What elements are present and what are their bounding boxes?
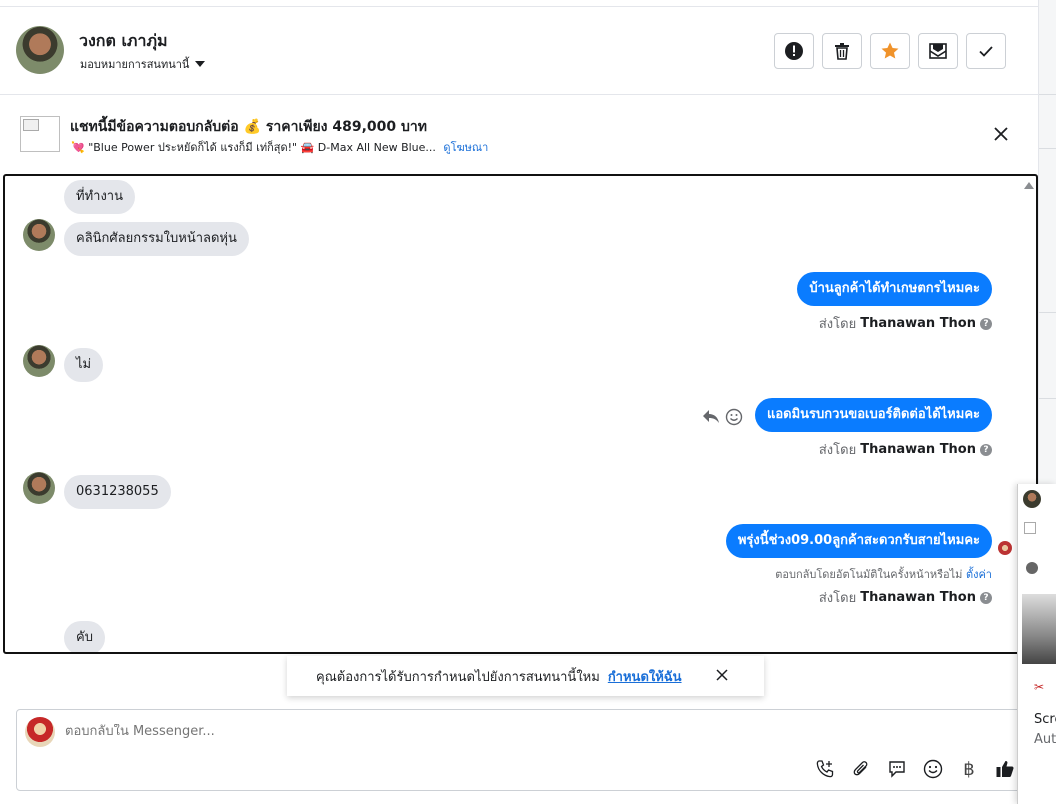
assign-label: มอบหมายการสนทนานี้ <box>80 58 190 71</box>
conversation-header: วงกต เภาภุ่ม มอบหมายการสนทนานี้ <box>0 6 1038 95</box>
assign-to-me-link[interactable]: กำหนดให้ฉัน <box>608 666 682 687</box>
attach-button[interactable] <box>849 757 873 781</box>
trash-icon <box>835 43 849 60</box>
star-button[interactable] <box>870 33 910 69</box>
contact-name[interactable]: วงกต เภาภุ่ม <box>79 29 168 54</box>
app-icon: ✂ <box>1034 680 1045 694</box>
incoming-message: คลินิกศัลยกรรมใบหน้าลดหุ่น <box>64 222 249 256</box>
auto-reply-prompt: ตอบกลับโดยอัตโนมัติในครั้งหน้าหรือไม่ ตั… <box>775 565 992 583</box>
smiley-icon <box>923 759 943 779</box>
auto-reply-settings-link[interactable]: ตั้งค่า <box>966 568 992 581</box>
outgoing-message: บ้านลูกค้าได้ทำเกษตกรไหมคะ <box>797 272 992 306</box>
mark-unread-button[interactable] <box>918 33 958 69</box>
help-icon[interactable]: ? <box>980 317 992 330</box>
toast-text: คุณต้องการได้รับการกำหนดไปยังการสนทนานี้… <box>316 669 600 685</box>
mini-avatar <box>1026 562 1038 574</box>
read-receipt-avatar <box>998 541 1012 555</box>
report-spam-button[interactable] <box>774 33 814 69</box>
close-icon[interactable] <box>715 668 729 682</box>
page-avatar <box>25 717 55 747</box>
outgoing-message: แอดมินรบกวนขอเบอร์ติดต่อได้ไหมคะ <box>754 398 992 432</box>
sent-by-label: ส่งโดย Thanawan Thon ? <box>819 587 992 608</box>
message-thread[interactable]: ที่ทำงาน คลินิกศัลยกรรมใบหน้าลดหุ่น บ้าน… <box>3 174 1038 654</box>
thumbs-up-icon <box>996 760 1014 777</box>
sent-by-prefix: ส่งโดย <box>818 317 857 332</box>
side-notification-panel[interactable]: ✂ Scre Aut <box>1017 484 1056 804</box>
mini-thumbnail <box>1024 522 1036 534</box>
message-composer: ฿ <box>16 709 1038 791</box>
reply-icon[interactable] <box>701 408 721 426</box>
reply-input[interactable] <box>65 724 965 739</box>
assign-conversation-dropdown[interactable]: มอบหมายการสนทนานี้ <box>80 55 206 73</box>
phone-plus-icon <box>816 760 834 778</box>
header-actions <box>774 33 1006 69</box>
ad-subtitle-text: 💘 "Blue Power ประหยัดก็ได้ แรงก็มี เท่ก็… <box>71 141 436 154</box>
mini-avatar <box>1023 490 1041 508</box>
help-icon[interactable]: ? <box>980 591 992 604</box>
ad-thumbnail[interactable] <box>20 116 60 152</box>
incoming-message: ที่ทำงาน <box>64 180 135 214</box>
envelope-icon <box>929 43 947 59</box>
outgoing-message: พรุ่งนี้ช่วง09.00ลูกค้าสะดวกรับสายไหมคะ <box>725 524 992 558</box>
sent-by-label: ส่งโดย Thanawan Thon ? <box>819 313 992 334</box>
call-button[interactable] <box>813 757 837 781</box>
close-icon[interactable] <box>992 125 1010 143</box>
paperclip-icon <box>853 761 868 776</box>
sent-by-label: ส่งโดย Thanawan Thon ? <box>819 439 992 460</box>
view-ad-link[interactable]: ดูโฆษณา <box>443 141 488 154</box>
exclamation-circle-icon <box>785 42 803 60</box>
like-button[interactable] <box>993 757 1017 781</box>
ad-title: แชทนี้มีข้อความตอบกลับต่อ 💰 ราคาเพียง 48… <box>70 119 428 135</box>
delete-button[interactable] <box>822 33 862 69</box>
assign-toast: คุณต้องการได้รับการกำหนดไปยังการสนทนานี้… <box>287 656 764 696</box>
sent-by-agent: Thanawan Thon <box>860 590 976 605</box>
caret-down-icon <box>195 61 206 67</box>
contact-avatar <box>23 472 55 504</box>
incoming-message: ไม่ <box>64 348 104 382</box>
contact-avatar <box>23 345 55 377</box>
payment-button[interactable]: ฿ <box>957 757 981 781</box>
check-icon <box>979 46 993 57</box>
contact-avatar[interactable] <box>16 26 64 74</box>
star-icon <box>881 42 899 59</box>
sent-by-prefix: ส่งโดย <box>818 591 857 606</box>
message-hover-actions <box>701 408 743 426</box>
preview-image <box>1022 594 1056 664</box>
saved-replies-button[interactable] <box>885 757 909 781</box>
incoming-message: คับ <box>64 621 105 652</box>
scroll-up-arrow-icon[interactable] <box>1024 182 1034 189</box>
auto-reply-text: ตอบกลับโดยอัตโนมัติในครั้งหน้าหรือไม่ <box>775 568 963 581</box>
panel-subtitle: Aut <box>1034 732 1056 747</box>
sent-by-prefix: ส่งโดย <box>818 443 857 458</box>
ad-context-bar: แชทนี้มีข้อความตอบกลับต่อ 💰 ราคาเพียง 48… <box>0 96 1038 172</box>
sent-by-agent: Thanawan Thon <box>860 316 976 331</box>
chat-bubble-icon <box>889 761 905 778</box>
contact-avatar <box>23 219 55 251</box>
sent-by-agent: Thanawan Thon <box>860 442 976 457</box>
composer-tools: ฿ <box>813 757 1017 781</box>
help-icon[interactable]: ? <box>980 443 992 456</box>
mark-done-button[interactable] <box>966 33 1006 69</box>
emoji-react-icon[interactable] <box>725 408 743 426</box>
emoji-button[interactable] <box>921 757 945 781</box>
ad-subtitle: 💘 "Blue Power ประหยัดก็ได้ แรงก็มี เท่ก็… <box>71 138 488 156</box>
incoming-message: 0631238055 <box>64 475 171 509</box>
panel-title: Scre <box>1034 712 1056 727</box>
